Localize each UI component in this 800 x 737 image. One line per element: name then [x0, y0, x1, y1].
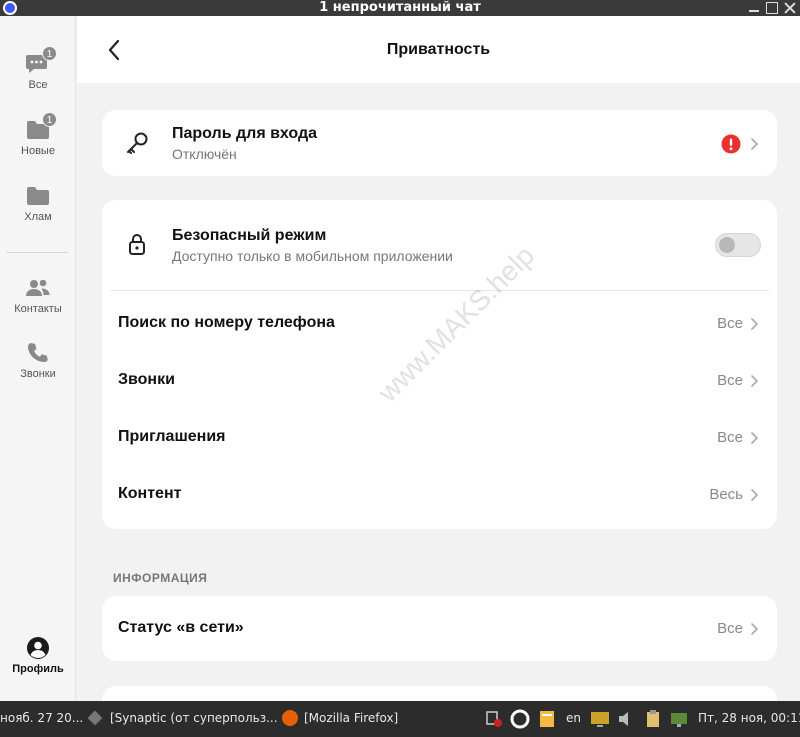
calls-row[interactable]: Звонки Все [102, 355, 777, 407]
unread-badge: 1 [42, 112, 57, 127]
login-password-title: Пароль для входа [172, 125, 318, 142]
safe-mode-title: Безопасный режим [172, 227, 327, 244]
clock[interactable]: Пт, 28 ноя, 00:11 [698, 711, 800, 725]
sidebar-item-calls[interactable]: Звонки [0, 341, 76, 380]
clipboard-icon[interactable] [643, 709, 663, 729]
sidebar-item-label: Профиль [12, 663, 64, 675]
maximize-icon[interactable] [766, 2, 778, 14]
sidebar-item-label: Все [28, 79, 48, 91]
close-icon[interactable] [784, 2, 796, 14]
login-password-row[interactable]: Пароль для входа Отключён [102, 110, 777, 176]
taskbar: нояб. 27 20... [Synaptic (от суперпольз.… [0, 701, 800, 737]
chevron-right-icon [750, 374, 759, 388]
sidebar-item-label: Новые [21, 145, 55, 157]
privacy-settings-card: Безопасный режим Доступно только в мобил… [102, 200, 777, 529]
lock-icon [124, 231, 152, 259]
safe-mode-toggle[interactable] [715, 233, 761, 257]
login-password-card: Пароль для входа Отключён [102, 110, 777, 176]
synaptic-icon [87, 710, 103, 726]
chevron-right-icon [750, 317, 759, 331]
page-title: Приватность [386, 41, 491, 58]
chevron-right-icon [750, 137, 759, 151]
firefox-icon [282, 710, 298, 726]
sidebar-item-profile[interactable]: Профиль [0, 636, 76, 675]
folder-icon: 1 [25, 112, 57, 142]
sidebar-divider [6, 252, 68, 253]
sidebar-item-label: Звонки [20, 368, 56, 380]
row-label: Звонки [118, 371, 175, 388]
window-titlebar: 1 непрочитанный чат [0, 0, 800, 16]
sidebar-item-label: Контакты [14, 303, 62, 315]
safe-mode-row: Безопасный режим Доступно только в мобил… [102, 200, 777, 290]
toggle-knob [719, 237, 735, 253]
row-value: Все [717, 315, 743, 332]
taskbar-item-firefox[interactable]: [Mozilla Firefox] [304, 711, 398, 725]
row-value: Все [717, 620, 743, 637]
alert-icon [721, 134, 741, 154]
taskbar-item-synaptic[interactable]: [Synaptic (от суперпольз... [110, 711, 278, 725]
profile-icon [25, 636, 51, 660]
minimize-icon[interactable] [748, 2, 760, 14]
section-label-info: ИНФОРМАЦИЯ [113, 571, 208, 585]
sidebar-item-label: Хлам [24, 211, 52, 223]
taskbar-item-date[interactable]: нояб. 27 20... [0, 711, 83, 725]
chevron-right-icon [750, 488, 759, 502]
card-divider [110, 290, 769, 291]
row-value: Все [717, 372, 743, 389]
row-label: Статус «в сети» [118, 619, 244, 636]
sync-icon[interactable] [510, 709, 530, 729]
login-password-status: Отключён [172, 146, 237, 162]
page-header: Приватность [77, 16, 800, 83]
chat-icon: 1 [25, 46, 57, 76]
window-title: 1 непрочитанный чат [319, 0, 481, 15]
main-content: Приватность Пароль для входа Отключён Бе… [77, 16, 800, 701]
sidebar-item-junk[interactable]: Хлам [0, 184, 76, 223]
chevron-right-icon [750, 431, 759, 445]
network-icon[interactable] [484, 709, 504, 729]
row-label: Поиск по номеру телефона [118, 314, 335, 331]
sidebar-item-new[interactable]: 1 Новые [0, 112, 76, 157]
row-value: Все [717, 429, 743, 446]
info-card: Статус «в сети» Все [102, 596, 777, 661]
contacts-icon [25, 276, 51, 300]
content-row[interactable]: Контент Весь [102, 470, 777, 522]
sidebar-item-contacts[interactable]: Контакты [0, 276, 76, 315]
sidebar: 1 Все 1 Новые Хлам Контакты Звонки Профи… [0, 16, 76, 701]
display-icon[interactable] [669, 709, 689, 729]
phone-icon [25, 341, 51, 365]
clipboard-notes-icon[interactable] [537, 709, 557, 729]
unread-badge: 1 [42, 46, 57, 61]
sidebar-item-all[interactable]: 1 Все [0, 46, 76, 91]
online-status-row[interactable]: Статус «в сети» Все [102, 596, 777, 661]
invitations-row[interactable]: Приглашения Все [102, 412, 777, 464]
key-icon [124, 129, 152, 157]
folder-icon [25, 184, 51, 208]
row-label: Контент [118, 485, 182, 502]
row-value: Весь [709, 486, 743, 503]
row-label: Приглашения [118, 428, 226, 445]
keyboard-layout[interactable]: en [566, 711, 581, 725]
chevron-right-icon [750, 622, 759, 636]
next-card-partial [102, 686, 777, 701]
volume-icon[interactable] [616, 709, 636, 729]
monitor-icon[interactable] [590, 709, 610, 729]
safe-mode-subtitle: Доступно только в мобильном приложении [172, 248, 453, 264]
phone-search-row[interactable]: Поиск по номеру телефона Все [102, 297, 777, 349]
